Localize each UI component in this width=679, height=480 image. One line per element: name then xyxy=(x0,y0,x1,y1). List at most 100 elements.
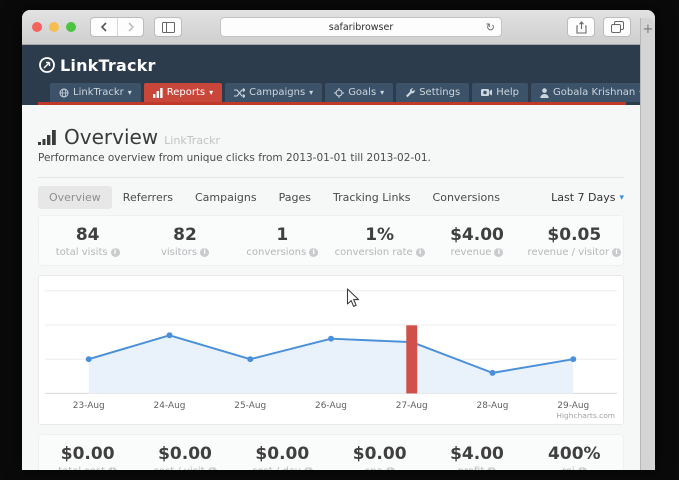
share-icon xyxy=(576,21,587,34)
tab-overview[interactable]: Overview xyxy=(38,186,112,209)
nav-item-goals[interactable]: Goals ▾ xyxy=(325,83,393,102)
toolbar-right-buttons xyxy=(567,17,631,37)
stat-conversion-rate: 1% conversion ratei xyxy=(331,225,428,258)
logo[interactable]: LinkTrackr xyxy=(38,52,626,78)
info-icon[interactable]: i xyxy=(612,248,621,257)
nav-item-reports[interactable]: Reports ▾ xyxy=(144,83,222,102)
reload-icon[interactable]: ↻ xyxy=(486,22,495,33)
highcharts-plot: 23-Aug24-Aug25-Aug26-Aug27-Aug28-Aug29-A… xyxy=(39,276,623,424)
stat-value: $4.00 xyxy=(428,225,525,245)
back-button[interactable] xyxy=(91,18,117,36)
svg-text:Highcharts.com: Highcharts.com xyxy=(556,411,615,420)
stat-value: $0.00 xyxy=(136,444,233,464)
share-button[interactable] xyxy=(567,17,595,37)
stat-label: cost / day xyxy=(252,466,301,470)
caret-down-icon: ▾ xyxy=(619,193,624,203)
stat-value: 82 xyxy=(136,225,233,245)
tab-referrers[interactable]: Referrers xyxy=(112,186,184,209)
new-tab-button[interactable]: + xyxy=(641,18,655,42)
user-icon xyxy=(540,88,549,98)
info-icon[interactable]: i xyxy=(208,467,217,470)
stat-label: revenue xyxy=(451,247,492,258)
tab-conversions[interactable]: Conversions xyxy=(422,186,511,209)
nav-item-help[interactable]: Help xyxy=(472,83,528,102)
tab-campaigns[interactable]: Campaigns xyxy=(184,186,268,209)
info-icon[interactable]: i xyxy=(386,467,395,470)
tab-pages[interactable]: Pages xyxy=(268,186,322,209)
stats-bottom-card: $0.00 total costi $0.00 cost / visiti $0… xyxy=(38,434,624,470)
browser-toolbar: safaribrowser ↻ xyxy=(22,10,655,45)
minimize-window-button[interactable] xyxy=(49,22,59,32)
stat-cost-visit: $0.00 cost / visit i xyxy=(136,444,233,470)
stat-roi: 400% roii xyxy=(526,444,623,470)
main-nav: LinkTrackr ▾ Reports ▾ Campaigns ▾ Goals… xyxy=(38,78,626,105)
stat-cost-day: $0.00 cost / dayi xyxy=(234,444,331,470)
zoom-window-button[interactable] xyxy=(66,22,76,32)
info-icon[interactable]: i xyxy=(108,467,117,470)
date-range-label: Last 7 Days xyxy=(551,191,615,204)
svg-text:26-Aug: 26-Aug xyxy=(315,401,347,411)
stat-value: 400% xyxy=(526,444,623,464)
stat-label: cost / visit xyxy=(153,466,204,470)
stat-label: revenue / visitor xyxy=(528,247,610,258)
screenshot-canvas: { "browser": { "address": "safaribrowser… xyxy=(0,0,679,480)
nav-label: LinkTrackr xyxy=(73,87,124,98)
nav-item-linktrackr[interactable]: LinkTrackr ▾ xyxy=(50,83,141,102)
nav-label: Campaigns xyxy=(249,87,305,98)
sidebar-icon xyxy=(162,22,175,33)
stat-revenue: $4.00 revenuei xyxy=(428,225,525,258)
info-icon[interactable]: i xyxy=(111,248,120,257)
stat-label: roi xyxy=(562,466,575,470)
browser-window: safaribrowser ↻ + LinkTrackr xyxy=(22,10,655,470)
stat-profit: $4.00 profiti xyxy=(428,444,525,470)
info-icon[interactable]: i xyxy=(487,467,496,470)
stat-cpa: $0.00 cpai xyxy=(331,444,428,470)
info-icon[interactable]: i xyxy=(416,248,425,257)
caret-down-icon: ▾ xyxy=(128,88,132,97)
linktrackr-logo-icon xyxy=(38,56,56,74)
stat-value: 84 xyxy=(39,225,136,245)
camera-icon xyxy=(481,88,492,97)
chevron-left-icon xyxy=(100,22,108,32)
caret-down-icon: ▾ xyxy=(209,88,213,97)
nav-item-campaigns[interactable]: Campaigns ▾ xyxy=(225,83,322,102)
nav-label: Goals xyxy=(348,87,376,98)
stat-value: 1 xyxy=(234,225,331,245)
info-icon[interactable]: i xyxy=(200,248,209,257)
forward-button[interactable] xyxy=(117,18,143,36)
logo-text: LinkTrackr xyxy=(60,56,156,75)
nav-item-settings[interactable]: Settings xyxy=(396,83,469,102)
svg-text:27-Aug: 27-Aug xyxy=(396,401,428,411)
nav-label: Settings xyxy=(419,87,460,98)
info-icon[interactable]: i xyxy=(578,467,587,470)
stat-total-visits: 84 total visitsi xyxy=(39,225,136,258)
visits-chart[interactable]: 23-Aug24-Aug25-Aug26-Aug27-Aug28-Aug29-A… xyxy=(38,275,624,425)
stat-label: total cost xyxy=(58,466,105,470)
close-window-button[interactable] xyxy=(32,22,42,32)
sidebar-toggle-button[interactable] xyxy=(154,17,182,37)
new-tab-strip: + xyxy=(640,18,655,470)
address-bar[interactable]: safaribrowser ↻ xyxy=(220,17,502,37)
info-icon[interactable]: i xyxy=(309,248,318,257)
svg-text:23-Aug: 23-Aug xyxy=(73,401,105,411)
shuffle-icon xyxy=(234,88,245,98)
stats-top-card: 84 total visitsi 82 visitorsi 1 conversi… xyxy=(38,215,624,266)
report-tabs: Overview Referrers Campaigns Pages Track… xyxy=(22,178,640,211)
globe-icon xyxy=(59,88,69,98)
stat-value: $0.05 xyxy=(526,225,623,245)
stat-value: $4.00 xyxy=(428,444,525,464)
info-icon[interactable]: i xyxy=(304,467,313,470)
stat-revenue-visitor: $0.05 revenue / visitori xyxy=(526,225,623,258)
site-header: LinkTrackr LinkTrackr ▾ Reports ▾ Campai… xyxy=(22,45,640,105)
tab-tracking-links[interactable]: Tracking Links xyxy=(322,186,422,209)
caret-down-icon: ▾ xyxy=(380,88,384,97)
date-range-select[interactable]: Last 7 Days ▾ xyxy=(551,191,624,204)
page-title: Overview xyxy=(64,125,158,149)
tabs-overview-button[interactable] xyxy=(603,17,631,37)
stat-conversions: 1 conversionsi xyxy=(234,225,331,258)
page-subtitle: Performance overview from unique clicks … xyxy=(38,152,624,164)
svg-text:29-Aug: 29-Aug xyxy=(557,401,589,411)
stat-label: profit xyxy=(458,466,485,470)
user-menu[interactable]: Gobala Krishnan ▾ xyxy=(531,83,640,102)
info-icon[interactable]: i xyxy=(494,248,503,257)
